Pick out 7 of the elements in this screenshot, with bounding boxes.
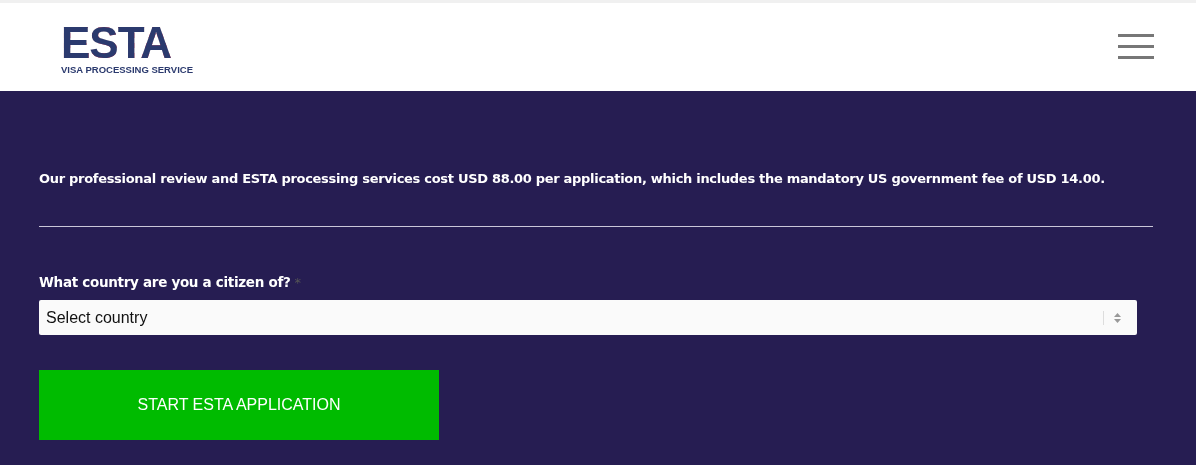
sort-arrows-icon xyxy=(1114,312,1121,323)
price-text: Our professional review and ESTA processing services cost USD 88.00 per application, which includes the mandatory US government fee of USD 14.00. xyxy=(39,171,1106,186)
required-mark: * xyxy=(294,275,301,290)
logo-subtitle: VISA PROCESSING SERVICE xyxy=(61,64,193,75)
country-label: What country are you a citizen of? xyxy=(39,274,291,290)
menu-icon[interactable] xyxy=(1118,34,1154,60)
country-select[interactable]: Select country xyxy=(39,300,1137,335)
